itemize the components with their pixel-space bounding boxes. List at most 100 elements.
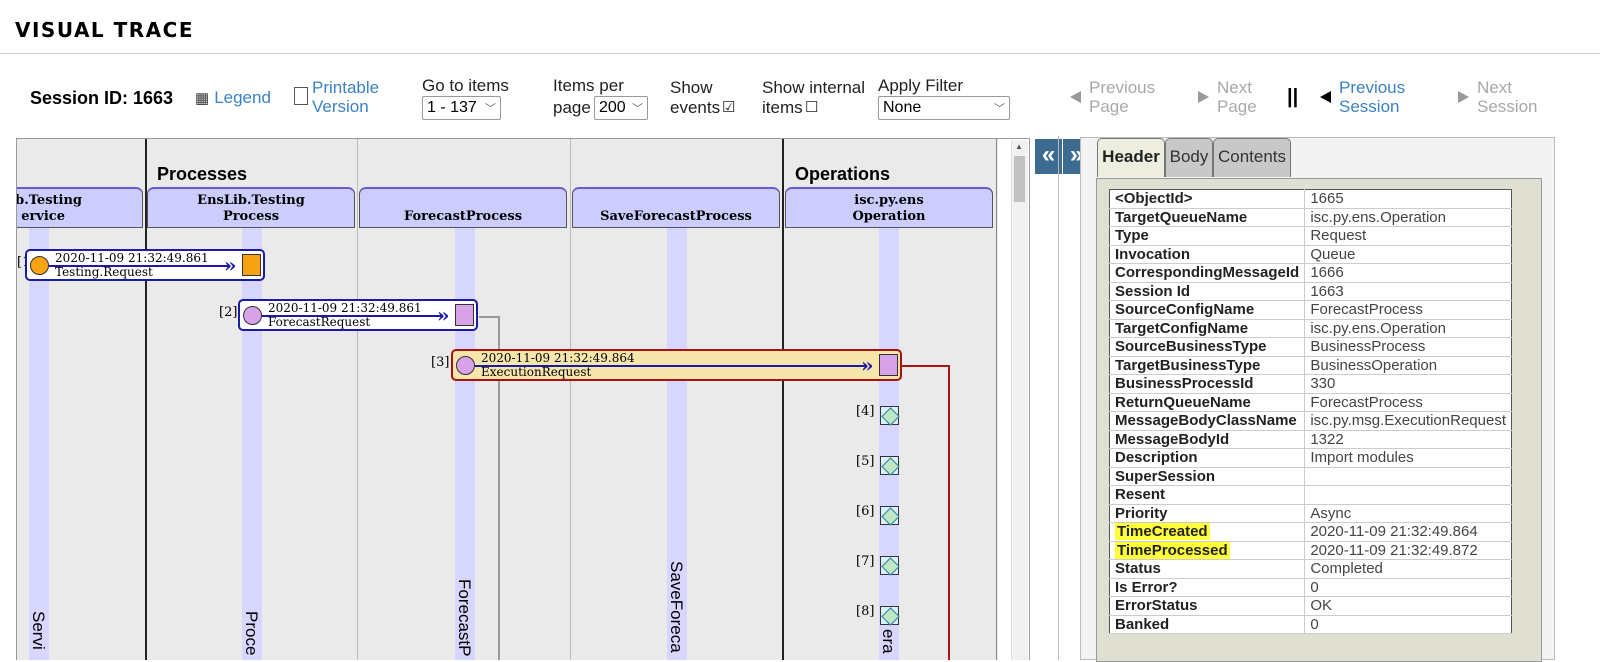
- property-name: SourceBusinessType: [1109, 337, 1306, 357]
- tab-body[interactable]: Body: [1165, 138, 1213, 177]
- go-to-items-select[interactable]: 1 - 137 ﹀: [422, 96, 501, 120]
- previous-page-button[interactable]: Previous Page: [1070, 78, 1155, 116]
- chevron-down-icon: ﹀: [485, 103, 496, 115]
- scrollbar-thumb[interactable]: [1014, 156, 1025, 202]
- legend-link[interactable]: ▦ Legend: [195, 88, 271, 107]
- tab-contents[interactable]: Contents: [1213, 138, 1291, 177]
- items-per-page-select[interactable]: 200 ﹀: [594, 96, 648, 120]
- table-row: Session Id 1663: [1109, 282, 1512, 301]
- chevron-down-icon: ﹀: [632, 103, 643, 115]
- document-icon: [294, 87, 308, 105]
- property-name: BusinessProcessId: [1109, 374, 1306, 394]
- table-row: BusinessProcessId 330: [1109, 374, 1512, 394]
- property-value: 1322: [1304, 430, 1512, 449]
- property-name-text: Is Error?: [1115, 578, 1178, 596]
- property-value: [1304, 467, 1512, 486]
- event-diamond-icon[interactable]: [880, 456, 899, 475]
- property-value: Request: [1304, 226, 1512, 246]
- next-page-button[interactable]: Next Page: [1198, 78, 1257, 116]
- property-value: [1304, 485, 1512, 505]
- property-value: 1666: [1304, 263, 1512, 283]
- property-name-text: ErrorStatus: [1115, 597, 1198, 615]
- legend-icon: ▦: [195, 89, 210, 107]
- lane-header-testing-process[interactable]: EnsLib.Testing Process: [147, 187, 355, 228]
- header-tab-content: <ObjectId> 1665 TargetQueueName isc.py.ens.…: [1096, 178, 1542, 662]
- property-name: MessageBodyId: [1109, 430, 1306, 449]
- double-chevron-icon: »: [224, 253, 237, 277]
- property-name: ErrorStatus: [1109, 596, 1306, 616]
- table-row: Status Completed: [1109, 559, 1512, 579]
- message-seq: [3]: [431, 355, 450, 370]
- next-page-label-2: Page: [1217, 97, 1257, 116]
- property-value: 330: [1304, 374, 1512, 394]
- divider: [0, 53, 1600, 54]
- table-row: TargetBusinessType BusinessOperation: [1109, 356, 1512, 375]
- property-name-text: BusinessProcessId: [1115, 375, 1254, 393]
- message-forecast-request[interactable]: » 2020-11-09 21:32:49.861 ForecastReques…: [238, 299, 478, 331]
- table-row: Invocation Queue: [1109, 245, 1512, 264]
- event-seq: [5]: [856, 454, 875, 469]
- message-source-icon: [456, 356, 475, 375]
- lane-header-operation[interactable]: isc.py.ens Operation: [785, 187, 993, 228]
- property-name-text: TimeCreated: [1115, 523, 1210, 541]
- pause-icon[interactable]: ||: [1287, 86, 1298, 109]
- next-session-label-2: Session: [1477, 97, 1538, 116]
- message-name: Testing.Request: [55, 265, 153, 279]
- property-name-text: SourceBusinessType: [1115, 338, 1267, 356]
- event-diamond-icon[interactable]: [880, 406, 899, 425]
- property-value: isc.py.msg.ExecutionRequest: [1304, 411, 1512, 431]
- previous-session-button[interactable]: Previous Session: [1320, 78, 1405, 116]
- property-name-text: <ObjectId>: [1115, 190, 1193, 208]
- show-events-checkbox[interactable]: ☑: [722, 98, 735, 117]
- property-value: Import modules: [1304, 448, 1512, 468]
- property-value: 1663: [1304, 282, 1512, 301]
- lane-header-testing-service[interactable]: ib.Testing ervice: [17, 187, 143, 228]
- diagram-scrollbar[interactable]: [1011, 140, 1028, 660]
- show-internal-checkbox[interactable]: ☐: [805, 98, 818, 117]
- property-value: Queue: [1304, 245, 1512, 264]
- message-testing-request[interactable]: » 2020-11-09 21:32:49.861 Testing.Reques…: [25, 249, 265, 281]
- property-name: Is Error?: [1109, 578, 1306, 597]
- lifeline: [29, 228, 49, 660]
- printable-version-link[interactable]: Printable Version: [294, 78, 379, 116]
- property-value: ForecastProcess: [1304, 393, 1512, 412]
- apply-filter-select[interactable]: None ﹀: [878, 96, 1010, 120]
- next-session-button[interactable]: Next Session: [1458, 78, 1537, 116]
- lane-label-2: SaveForecastProcess: [600, 209, 752, 224]
- lifeline-label: era: [879, 629, 898, 654]
- property-name: TimeCreated: [1109, 522, 1306, 542]
- lane-header-save-forecast-process[interactable]: SaveForecastProcess: [572, 187, 780, 228]
- message-time: 2020-11-09 21:32:49.864: [481, 351, 635, 365]
- property-value: BusinessProcess: [1304, 337, 1512, 357]
- table-row: TimeProcessed 2020-11-09 21:32:49.872: [1109, 541, 1512, 560]
- property-name-text: SourceConfigName: [1115, 301, 1255, 319]
- property-name-text: Status: [1115, 560, 1161, 578]
- event-diamond-icon[interactable]: [880, 606, 899, 625]
- message-name: ExecutionRequest: [481, 365, 592, 379]
- event-diamond-icon[interactable]: [880, 556, 899, 575]
- property-name-text: Type: [1115, 227, 1149, 245]
- lane-header-forecast-process[interactable]: ForecastProcess: [359, 187, 567, 228]
- property-name: TargetQueueName: [1109, 208, 1306, 227]
- event-diamond-icon[interactable]: [880, 506, 899, 525]
- triangle-left-icon: [1070, 91, 1081, 103]
- message-name: ForecastRequest: [268, 315, 371, 329]
- lane-label-2: Operation: [852, 209, 926, 224]
- property-name: Status: [1109, 559, 1306, 579]
- triangle-right-icon: [1458, 91, 1469, 103]
- property-name-text: TargetQueueName: [1115, 208, 1248, 226]
- property-name: CorrespondingMessageId: [1109, 263, 1306, 283]
- message-target-icon: [455, 304, 474, 326]
- property-name: Priority: [1109, 504, 1306, 523]
- show-events-label-2: events: [670, 98, 721, 117]
- table-row: Resent: [1109, 485, 1512, 505]
- table-row: SuperSession: [1109, 467, 1512, 486]
- lane-label-2: ervice: [21, 209, 65, 224]
- scroll-up-icon[interactable]: ▲: [1015, 142, 1023, 151]
- lane-separator: [357, 139, 358, 660]
- printable-label-2: Version: [312, 97, 369, 116]
- tab-header[interactable]: Header: [1097, 138, 1165, 177]
- lifeline: [879, 228, 899, 660]
- message-execution-request[interactable]: » 2020-11-09 21:32:49.864 ExecutionReque…: [451, 349, 902, 381]
- property-name-text: SuperSession: [1115, 467, 1216, 485]
